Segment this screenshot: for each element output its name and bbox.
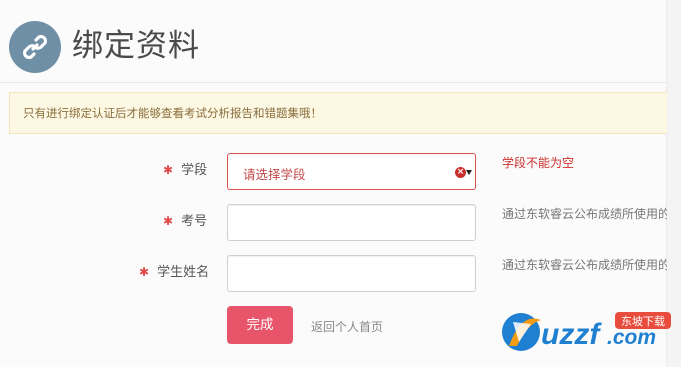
page: 绑定资料 只有进行绑定认证后才能够查看考试分析报告和错题集哦！ ✱ 学段 请选择学…	[0, 0, 681, 367]
student-name-input[interactable]	[227, 255, 476, 292]
stage-label: 学段	[181, 163, 208, 178]
stage-label-row: ✱ 学段	[163, 159, 207, 178]
notice-banner: 只有进行绑定认证后才能够查看考试分析报告和错题集哦！	[9, 92, 667, 134]
link-icon	[9, 21, 61, 73]
clear-icon[interactable]: ×	[455, 167, 466, 178]
exam-no-label-row: ✱ 考号	[163, 210, 207, 229]
exam-no-label: 考号	[181, 214, 208, 229]
required-star-icon: ✱	[139, 265, 150, 279]
back-to-home-link[interactable]: 返回个人首页	[311, 318, 383, 335]
stage-error-message: 学段不能为空	[502, 156, 575, 170]
page-title: 绑定资料	[72, 28, 200, 64]
submit-button[interactable]: 完成	[227, 306, 293, 344]
svg-text:uzzf: uzzf	[541, 318, 602, 351]
exam-no-help: 通过东软睿云公布成绩所使用的	[502, 207, 667, 221]
notice-text: 只有进行绑定认证后才能够查看考试分析报告和错题集哦！	[23, 106, 322, 120]
stage-select[interactable]: 请选择学段 ×	[227, 153, 476, 190]
page-header: 绑定资料	[0, 0, 667, 83]
svg-text:.com: .com	[607, 326, 656, 349]
required-star-icon: ✱	[163, 214, 174, 228]
student-name-label-row: ✱ 学生姓名	[139, 261, 209, 280]
required-star-icon: ✱	[163, 163, 174, 177]
svg-text:东坡下载: 东坡下载	[621, 315, 665, 328]
student-name-label: 学生姓名	[157, 265, 210, 280]
exam-no-input[interactable]	[227, 204, 476, 241]
student-name-help: 通过东软睿云公布成绩所使用的	[502, 258, 667, 272]
uzzf-watermark-logo: uzzf .com 东坡下载	[497, 302, 675, 360]
stage-select-placeholder: 请选择学段	[243, 167, 306, 182]
chevron-down-icon[interactable]	[466, 170, 472, 175]
